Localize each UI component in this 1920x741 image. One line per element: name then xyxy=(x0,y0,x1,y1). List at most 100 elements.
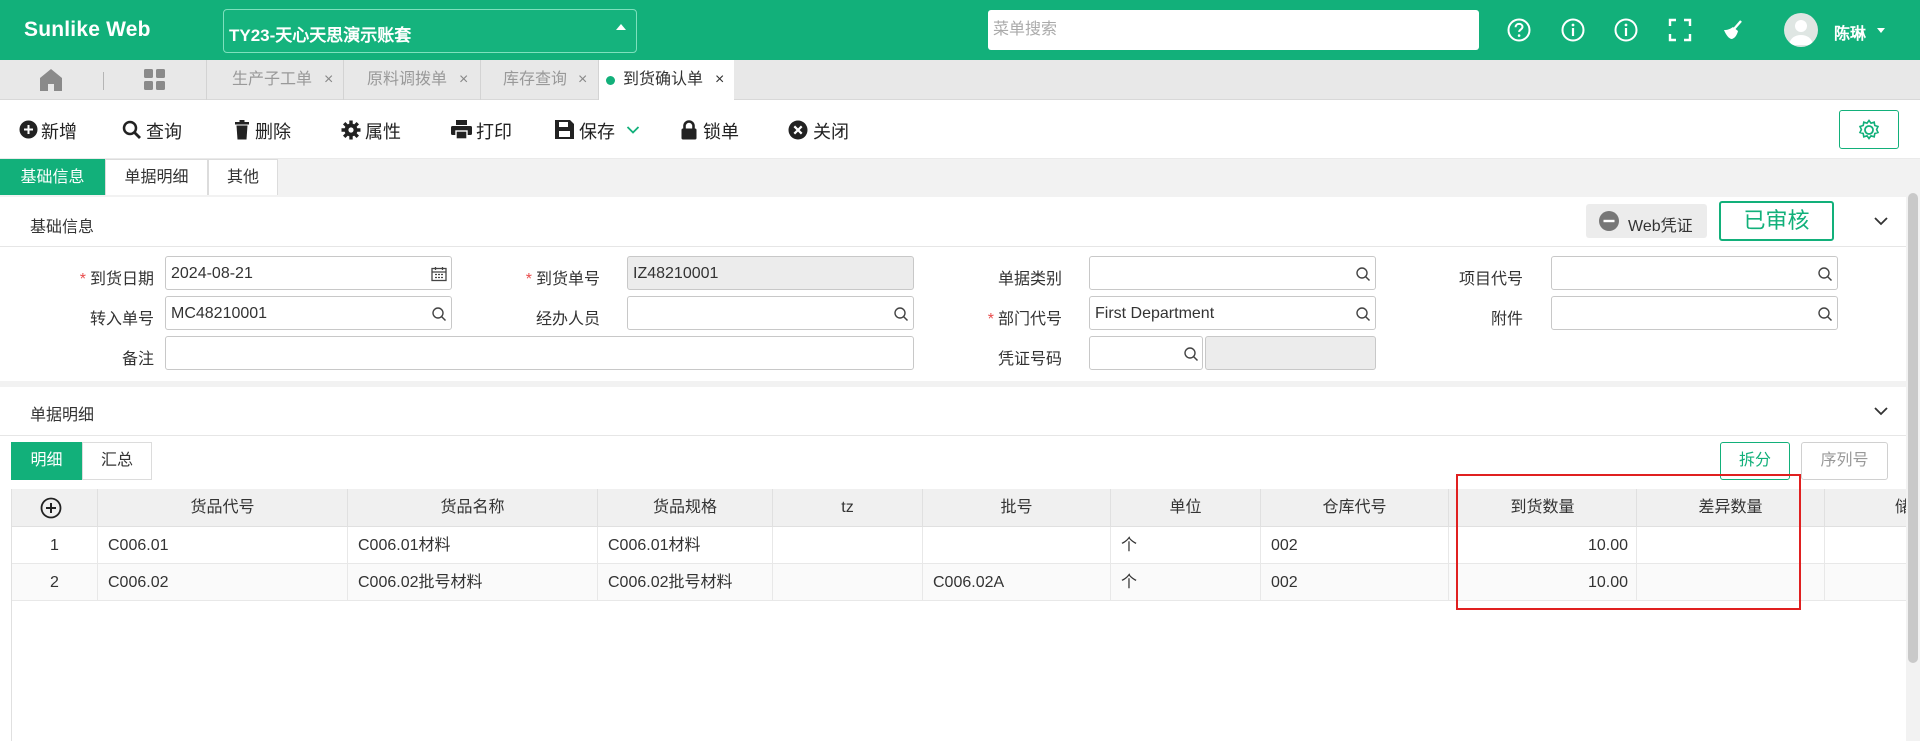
search-icon[interactable] xyxy=(431,306,447,322)
arrival-no-value: IZ48210001 xyxy=(633,265,719,282)
batch-cell[interactable]: C006.02A xyxy=(923,564,1111,601)
column-header[interactable]: 货品规格 xyxy=(598,489,773,527)
search-icon[interactable] xyxy=(1183,346,1199,362)
doc-type-field[interactable] xyxy=(1089,256,1376,290)
search-icon[interactable] xyxy=(1355,306,1371,322)
close-icon[interactable]: × xyxy=(715,60,724,100)
project-code-label: 项目代号 xyxy=(1458,271,1523,288)
arrival-date-field[interactable]: 2024-08-21 xyxy=(165,256,452,290)
chevron-down-icon[interactable] xyxy=(1873,406,1889,416)
remark-field[interactable] xyxy=(165,336,914,370)
toolbar: 新增 查询 删除 属性 打印 保存 锁单 关闭 xyxy=(0,100,1920,159)
item-name-cell[interactable]: C006.01材料 xyxy=(348,527,598,564)
info-circle-icon[interactable] xyxy=(1612,16,1640,44)
tab-material-transfer[interactable]: 原料调拨单 × xyxy=(343,60,480,100)
project-code-field[interactable] xyxy=(1551,256,1838,290)
search-icon[interactable] xyxy=(1817,266,1833,282)
lock-label: 锁单 xyxy=(703,122,739,142)
column-header[interactable]: 储 xyxy=(1825,489,1906,527)
plus-circle-icon xyxy=(19,120,38,139)
add-label: 新增 xyxy=(41,122,77,142)
item-code-cell[interactable]: C006.02 xyxy=(98,564,348,601)
transfer-no-field[interactable]: MC48210001 xyxy=(165,296,452,330)
column-header[interactable]: 仓库代号 xyxy=(1261,489,1449,527)
vertical-scrollbar[interactable] xyxy=(1908,193,1918,663)
item-spec-cell[interactable]: C006.02批号材料 xyxy=(598,564,773,601)
chevron-down-icon[interactable] xyxy=(626,125,640,135)
search-icon xyxy=(122,120,141,139)
close-icon[interactable]: × xyxy=(578,60,587,100)
minus-circle-icon xyxy=(1599,211,1619,231)
arrival-no-field[interactable]: IZ48210001 xyxy=(627,256,914,290)
item-name-cell[interactable]: C006.02批号材料 xyxy=(348,564,598,601)
save-label: 保存 xyxy=(579,122,615,142)
close-icon[interactable]: × xyxy=(324,60,333,100)
tab-production-suborder[interactable]: 生产子工单 × xyxy=(206,60,343,100)
batch-cell[interactable] xyxy=(923,527,1111,564)
item-spec-cell[interactable]: C006.01材料 xyxy=(598,527,773,564)
row-number: 2 xyxy=(12,564,98,601)
tab-other[interactable]: 其他 xyxy=(208,159,278,195)
fullscreen-icon[interactable] xyxy=(1666,16,1694,44)
menu-search-input[interactable] xyxy=(988,10,1479,50)
highlight-annotation xyxy=(1456,474,1801,610)
dept-code-value: First Department xyxy=(1095,305,1215,322)
search-icon[interactable] xyxy=(1355,266,1371,282)
tab-summary[interactable]: 汇总 xyxy=(82,442,152,480)
column-header[interactable]: tz xyxy=(773,489,923,527)
column-header[interactable]: 批号 xyxy=(923,489,1111,527)
warehouse-cell[interactable]: 002 xyxy=(1261,527,1449,564)
column-header[interactable]: 货品代号 xyxy=(98,489,348,527)
info-circle-icon[interactable] xyxy=(1559,16,1587,44)
attachment-field[interactable] xyxy=(1551,296,1838,330)
chevron-down-icon[interactable] xyxy=(1873,216,1889,226)
plus-circle-icon[interactable] xyxy=(40,497,62,519)
unit-cell[interactable]: 个 xyxy=(1111,527,1261,564)
warehouse-cell[interactable]: 002 xyxy=(1261,564,1449,601)
tz-cell[interactable] xyxy=(773,527,923,564)
unit-cell[interactable]: 个 xyxy=(1111,564,1261,601)
username[interactable]: 陈琳 xyxy=(1834,20,1866,44)
tab-detail[interactable]: 明细 xyxy=(11,442,82,480)
voucher-no-field[interactable] xyxy=(1089,336,1203,370)
item-code-cell[interactable]: C006.01 xyxy=(98,527,348,564)
tab-document-detail[interactable]: 单据明细 xyxy=(105,159,208,195)
transfer-no-value: MC48210001 xyxy=(171,305,268,322)
tab-inventory-query[interactable]: 库存查询 × xyxy=(480,60,598,100)
serial-number-button[interactable]: 序列号 xyxy=(1801,442,1888,480)
tab-basic-info[interactable]: 基础信息 xyxy=(0,159,105,195)
account-selector[interactable]: TY23-天心天思演示账套 xyxy=(223,9,637,53)
column-header[interactable]: 单位 xyxy=(1111,489,1261,527)
caret-up-icon xyxy=(616,24,626,30)
add-row-cell[interactable] xyxy=(12,489,98,527)
clean-brush-icon[interactable] xyxy=(1719,16,1747,44)
settings-button[interactable] xyxy=(1839,110,1899,149)
search-icon[interactable] xyxy=(1817,306,1833,322)
tz-cell[interactable] xyxy=(773,564,923,601)
floppy-disk-icon xyxy=(555,120,574,139)
avatar[interactable] xyxy=(1784,13,1818,47)
web-voucher-button[interactable]: Web凭证 xyxy=(1586,204,1707,238)
calendar-icon[interactable] xyxy=(431,266,447,282)
apps-grid-icon[interactable] xyxy=(142,67,168,93)
search-icon[interactable] xyxy=(893,306,909,322)
divider xyxy=(0,435,1906,436)
tab-label: 库存查询 xyxy=(503,71,568,88)
status-badge: 已审核 xyxy=(1719,201,1834,241)
transfer-no-label: 转入单号 xyxy=(89,311,154,328)
dept-code-field[interactable]: First Department xyxy=(1089,296,1376,330)
web-voucher-label: Web凭证 xyxy=(1628,218,1693,235)
tab-arrival-confirmation[interactable]: 到货确认单 × xyxy=(598,60,734,100)
lock-icon xyxy=(681,120,697,140)
divider xyxy=(0,246,1906,247)
close-icon[interactable]: × xyxy=(459,60,468,100)
printer-icon xyxy=(451,120,472,140)
question-circle-icon[interactable] xyxy=(1505,16,1533,44)
home-icon[interactable] xyxy=(36,67,66,93)
column-header[interactable]: 货品名称 xyxy=(348,489,598,527)
row-number: 1 xyxy=(12,527,98,564)
caret-down-icon[interactable] xyxy=(1877,28,1885,33)
user-icon xyxy=(1789,20,1813,45)
tab-label: 生产子工单 xyxy=(232,71,313,88)
handler-field[interactable] xyxy=(627,296,914,330)
